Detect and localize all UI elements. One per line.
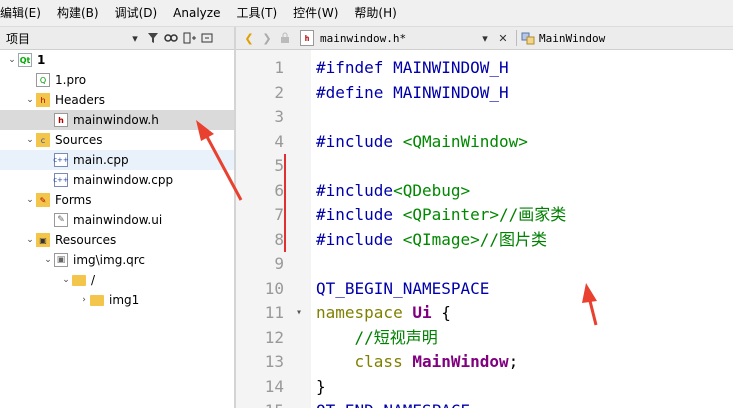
annotation-arrow-right <box>582 283 598 326</box>
annotation-arrow-left <box>196 120 243 201</box>
qt-creator-window: 编辑(E) 构建(B) 调试(D) Analyze 工具(T) 控件(W) 帮助… <box>0 0 733 408</box>
annotation-arrows <box>196 120 598 326</box>
